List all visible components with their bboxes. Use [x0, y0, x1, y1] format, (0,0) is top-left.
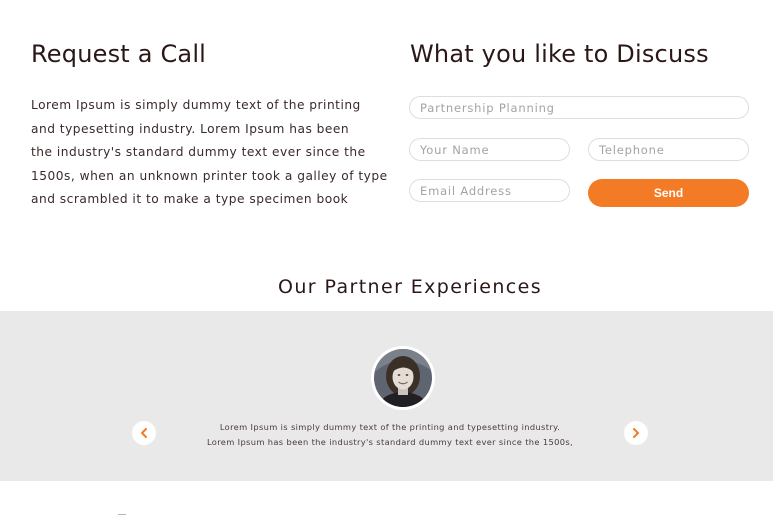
description-line: and scrambled it to make a type specimen…	[31, 192, 349, 206]
chevron-right-icon	[633, 428, 639, 438]
description-line: Lorem Ipsum is simply dummy text of the …	[31, 98, 361, 112]
carousel-prev-button[interactable]	[132, 421, 156, 445]
description-line: the industry's standard dummy text ever …	[31, 145, 366, 159]
chevron-left-icon	[141, 428, 147, 438]
name-input[interactable]	[409, 138, 570, 161]
send-button[interactable]: Send	[588, 179, 749, 207]
testimonial-line: Lorem Ipsum is simply dummy text of the …	[219, 422, 561, 432]
telephone-input[interactable]	[588, 138, 749, 161]
avatar	[371, 346, 435, 410]
topic-input[interactable]	[409, 96, 749, 119]
request-call-title: Request a Call	[31, 40, 207, 68]
email-input[interactable]	[409, 179, 570, 202]
description-line: and typesetting industry. Lorem Ipsum ha…	[31, 121, 350, 136]
partner-photo	[374, 349, 432, 407]
description-line: 1500s, when an unknown printer took a ga…	[31, 168, 388, 183]
testimonial-text: Lorem Ipsum is simply dummy text of the …	[140, 420, 640, 450]
next-section-edge	[118, 514, 126, 519]
partner-experiences-title: Our Partner Experiences	[278, 276, 542, 298]
testimonial-line: Lorem Ipsum has been the industry's stan…	[206, 437, 574, 447]
request-call-description: Lorem Ipsum is simply dummy text of the …	[31, 94, 391, 212]
discuss-title: What you like to Discuss	[410, 40, 709, 68]
page: Request a Call Lorem Ipsum is simply dum…	[0, 0, 773, 520]
carousel-next-button[interactable]	[624, 421, 648, 445]
